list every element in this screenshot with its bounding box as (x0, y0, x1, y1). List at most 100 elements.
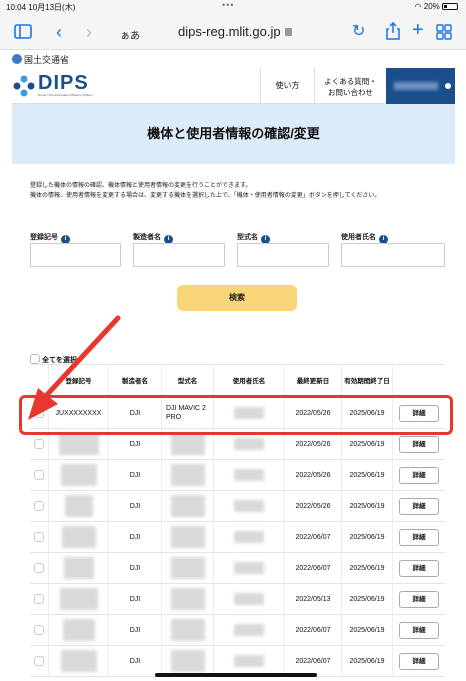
table-row[interactable]: DJI 2022/05/26 2025/06/19 詳細 (30, 491, 445, 522)
row-maker: DJI (108, 398, 161, 428)
model-input[interactable] (237, 243, 329, 267)
detail-button[interactable]: 詳細 (399, 435, 439, 453)
new-tab-icon[interactable]: + (412, 20, 424, 40)
row-updated: 2022/06/07 (284, 646, 341, 676)
title-band: 機体と使用者情報の確認/変更 (12, 104, 455, 164)
table-row[interactable]: DJI 2022/06/07 2025/06/19 詳細 (30, 615, 445, 646)
detail-button[interactable]: 詳細 (399, 404, 439, 422)
table-row[interactable]: DJI 2022/05/13 2025/06/19 詳細 (30, 584, 445, 615)
row-maker: DJI (108, 553, 161, 583)
row-detail: 詳細 (392, 615, 445, 645)
maker-input[interactable] (133, 243, 225, 267)
nav-howto[interactable]: 使い方 (260, 68, 314, 104)
row-updated: 2022/06/07 (284, 615, 341, 645)
row-maker: DJI (108, 429, 161, 459)
row-model (161, 522, 213, 552)
row-updated: 2022/06/07 (284, 553, 341, 583)
sidebar-icon[interactable] (14, 24, 32, 43)
model-redacted (170, 619, 205, 641)
reader-button[interactable]: ぁあ (120, 27, 140, 42)
detail-button[interactable]: 詳細 (399, 590, 439, 608)
table-row[interactable]: DJI 2022/05/26 2025/06/19 詳細 (30, 429, 445, 460)
row-model (161, 553, 213, 583)
detail-button[interactable]: 詳細 (399, 559, 439, 577)
status-time: 10:04 10月13日(木) (6, 3, 76, 12)
row-user (213, 553, 284, 583)
dips-logo-icon[interactable] (12, 74, 36, 103)
nav-faq-line1: よくある質問・ (324, 77, 377, 86)
share-icon[interactable] (386, 21, 400, 44)
dips-logo-text[interactable]: DIPS (38, 72, 89, 95)
user-redacted (234, 469, 264, 481)
row-user (213, 615, 284, 645)
row-detail: 詳細 (392, 398, 445, 428)
table-row[interactable]: JUXXXXXXXX DJI DJI MAVIC 2 PRO 2022/05/26 20… (30, 398, 445, 429)
nav-faq[interactable]: よくある質問・ お問い合わせ (314, 68, 386, 104)
row-check (30, 553, 48, 583)
table-row[interactable]: DJI 2022/06/07 2025/06/19 詳細 (30, 522, 445, 553)
row-checkbox[interactable] (34, 532, 44, 542)
row-detail: 詳細 (392, 460, 445, 490)
model-redacted (170, 588, 205, 610)
site-header: DIPS Drone / Info-Information Platform S… (12, 68, 455, 104)
row-updated: 2022/05/26 (284, 429, 341, 459)
user-redacted (234, 438, 264, 450)
row-expires: 2025/06/19 (341, 491, 392, 521)
reg-redacted (63, 557, 94, 579)
ministry-header: 国土交通省 (12, 53, 69, 66)
header-expires: 有効期間終了日 (341, 365, 392, 397)
tabs-overview-icon[interactable] (436, 24, 452, 44)
row-reg: JUXXXXXXXX (48, 398, 108, 428)
row-checkbox[interactable] (34, 656, 44, 666)
row-checkbox[interactable] (34, 408, 44, 418)
lock-icon (284, 28, 292, 36)
select-all-checkbox[interactable] (30, 354, 40, 364)
row-checkbox[interactable] (34, 563, 44, 573)
row-expires: 2025/06/19 (341, 398, 392, 428)
user-redacted (234, 624, 264, 636)
row-user (213, 584, 284, 614)
search-button[interactable]: 検索 (177, 285, 297, 311)
row-checkbox[interactable] (34, 501, 44, 511)
description-line2: 機体の情報、使用者情報を変更する場合は、変更する機体を選択した上で、「機体・使用… (30, 193, 381, 199)
reg-redacted (58, 433, 99, 455)
user-menu[interactable] (386, 68, 455, 104)
row-checkbox[interactable] (34, 594, 44, 604)
row-detail: 詳細 (392, 429, 445, 459)
user-redacted (234, 655, 264, 667)
back-icon[interactable]: ‹ (56, 23, 62, 41)
forward-icon[interactable]: › (86, 23, 92, 41)
row-checkbox[interactable] (34, 470, 44, 480)
reload-icon[interactable]: ↻ (352, 24, 365, 40)
table-row[interactable]: DJI 2022/05/26 2025/06/19 詳細 (30, 460, 445, 491)
row-updated: 2022/05/26 (284, 398, 341, 428)
detail-button[interactable]: 詳細 (399, 497, 439, 515)
reg-no-input[interactable] (30, 243, 121, 267)
row-reg (48, 646, 108, 676)
address-bar[interactable]: dips-reg.mlit.go.jp (178, 24, 292, 39)
row-reg (48, 615, 108, 645)
row-checkbox[interactable] (34, 439, 44, 449)
table-row[interactable]: DJI 2022/06/07 2025/06/19 詳細 (30, 553, 445, 584)
row-model (161, 460, 213, 490)
row-user (213, 398, 284, 428)
row-checkbox[interactable] (34, 625, 44, 635)
model-redacted (170, 433, 205, 455)
row-maker: DJI (108, 615, 161, 645)
row-model (161, 646, 213, 676)
row-reg (48, 429, 108, 459)
reg-redacted (62, 619, 95, 641)
battery-indicator: ◠ 20% (415, 2, 458, 11)
header-user: 使用者氏名 (213, 365, 284, 397)
multitask-dots-icon[interactable]: ••• (222, 0, 234, 10)
row-user (213, 491, 284, 521)
row-model (161, 491, 213, 521)
detail-button[interactable]: 詳細 (399, 621, 439, 639)
row-maker: DJI (108, 646, 161, 676)
user-input[interactable] (341, 243, 445, 267)
ministry-logo-icon (12, 54, 22, 64)
detail-button[interactable]: 詳細 (399, 528, 439, 546)
detail-button[interactable]: 詳細 (399, 652, 439, 670)
detail-button[interactable]: 詳細 (399, 466, 439, 484)
wifi-icon: ◠ (414, 2, 422, 11)
